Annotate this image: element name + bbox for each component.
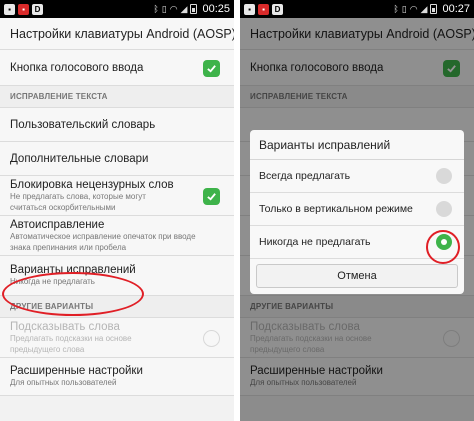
check-icon[interactable] <box>203 187 220 205</box>
bluetooth-icon: ᛒ <box>393 4 399 14</box>
vibrate-icon: ▯ <box>401 3 407 14</box>
autocorrect-label: Автоисправление <box>10 218 105 231</box>
status-time: 00:25 <box>202 3 230 15</box>
additional-dictionaries-label: Дополнительные словари <box>10 152 149 165</box>
suggest-words-label: Подсказывать слова <box>10 320 120 333</box>
red-highlight-annotation <box>2 272 144 316</box>
notification-app-icon: D <box>272 3 283 15</box>
section-header-text-correction: ИСПРАВЛЕНИЕ ТЕКСТА <box>0 86 234 108</box>
voice-input-key-label: Кнопка голосового ввода <box>10 61 144 74</box>
notification-app-icon: ▪ <box>258 3 269 15</box>
user-dictionary-label: Пользовательский словарь <box>10 118 156 131</box>
option-label: Только в вертикальном режиме <box>259 203 413 215</box>
autocorrect-summary: знака препинания или пробела <box>10 242 127 252</box>
status-time: 00:27 <box>442 3 470 15</box>
suggest-words-summary: Предлагать подсказки на основе <box>10 333 132 343</box>
status-bar: ▪ ▪ D ᛒ ▯ ◠ ◢ 00:25 <box>0 0 234 18</box>
user-dictionary-setting[interactable]: Пользовательский словарь <box>0 108 234 142</box>
option-label: Всегда предлагать <box>259 170 351 182</box>
wifi-icon: ◠ <box>409 3 418 14</box>
option-portrait-only[interactable]: Только в вертикальном режиме <box>250 193 464 226</box>
signal-icon: ◢ <box>420 3 428 14</box>
option-always-suggest[interactable]: Всегда предлагать <box>250 160 464 193</box>
left-screenshot: ▪ ▪ D ᛒ ▯ ◠ ◢ 00:25 Настройки клавиатуры… <box>0 0 234 421</box>
vibrate-icon: ▯ <box>161 3 167 14</box>
red-highlight-annotation <box>426 230 460 264</box>
battery-icon <box>430 4 438 14</box>
signal-icon: ◢ <box>180 3 188 14</box>
voice-input-key-setting[interactable]: Кнопка голосового ввода <box>0 50 234 86</box>
additional-dictionaries-setting[interactable]: Дополнительные словари <box>0 142 234 176</box>
notification-app-icon: ▪ <box>18 3 29 15</box>
notification-app-icon: ▪ <box>244 3 255 15</box>
advanced-settings-item[interactable]: Расширенные настройки Для опытных пользо… <box>0 358 234 396</box>
suggestions-dialog: Варианты исправлений Всегда предлагать Т… <box>250 130 464 294</box>
option-label: Никогда не предлагать <box>259 236 371 248</box>
autocorrect-summary: Автоматическое исправление опечаток при … <box>10 231 196 241</box>
block-offensive-words-summary: считаться оскорбительными <box>10 202 116 212</box>
radio-icon[interactable] <box>436 201 452 217</box>
bluetooth-icon: ᛒ <box>153 4 159 14</box>
block-offensive-words-summary: Не предлагать слова, которые могут <box>10 191 146 201</box>
checkbox-icon[interactable] <box>203 329 220 347</box>
status-bar: ▪ ▪ D ᛒ ▯ ◠ ◢ 00:27 <box>240 0 474 18</box>
notification-app-icon: ▪ <box>4 3 15 15</box>
page-title: Настройки клавиатуры Android (AOSP) <box>0 18 234 50</box>
advanced-settings-summary: Для опытных пользователей <box>10 378 117 387</box>
block-offensive-words-label: Блокировка нецензурных слов <box>10 178 174 191</box>
wifi-icon: ◠ <box>169 3 178 14</box>
right-screenshot: ▪ ▪ D ᛒ ▯ ◠ ◢ 00:27 Настройки клавиатуры… <box>240 0 474 421</box>
radio-icon[interactable] <box>436 168 452 184</box>
check-icon[interactable] <box>203 59 220 77</box>
notification-app-icon: D <box>32 3 43 15</box>
cancel-button[interactable]: Отмена <box>256 264 458 288</box>
battery-icon <box>190 4 198 14</box>
advanced-settings-label: Расширенные настройки <box>10 365 143 377</box>
suggest-words-setting[interactable]: Подсказывать слова Предлагать подсказки … <box>0 318 234 358</box>
suggest-words-summary: предыдущего слова <box>10 344 85 354</box>
dialog-title: Варианты исправлений <box>250 130 464 160</box>
block-offensive-words-setting[interactable]: Блокировка нецензурных слов Не предлагат… <box>0 176 234 216</box>
autocorrect-setting[interactable]: Автоисправление Автоматическое исправлен… <box>0 216 234 256</box>
